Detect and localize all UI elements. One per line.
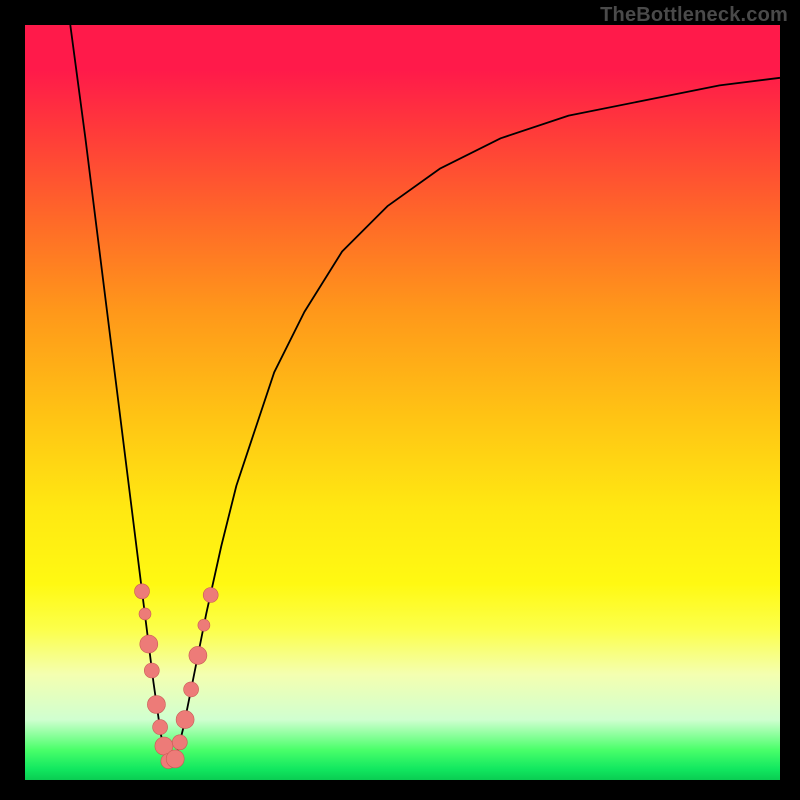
watermark-text: TheBottleneck.com bbox=[600, 4, 788, 27]
data-bead bbox=[147, 696, 165, 714]
chart-svg bbox=[25, 25, 780, 780]
data-bead bbox=[172, 735, 187, 750]
data-bead bbox=[139, 608, 151, 620]
bottleneck-curve bbox=[70, 25, 780, 765]
data-bead bbox=[203, 588, 218, 603]
data-bead bbox=[184, 682, 199, 697]
data-bead bbox=[189, 646, 207, 664]
data-bead bbox=[166, 750, 184, 768]
data-bead bbox=[153, 720, 168, 735]
data-bead bbox=[176, 711, 194, 729]
beads-left-group bbox=[135, 584, 176, 769]
data-bead bbox=[198, 619, 210, 631]
beads-right-group bbox=[166, 588, 218, 768]
data-bead bbox=[144, 663, 159, 678]
chart-frame: TheBottleneck.com bbox=[0, 0, 800, 800]
data-bead bbox=[135, 584, 150, 599]
data-bead bbox=[140, 635, 158, 653]
